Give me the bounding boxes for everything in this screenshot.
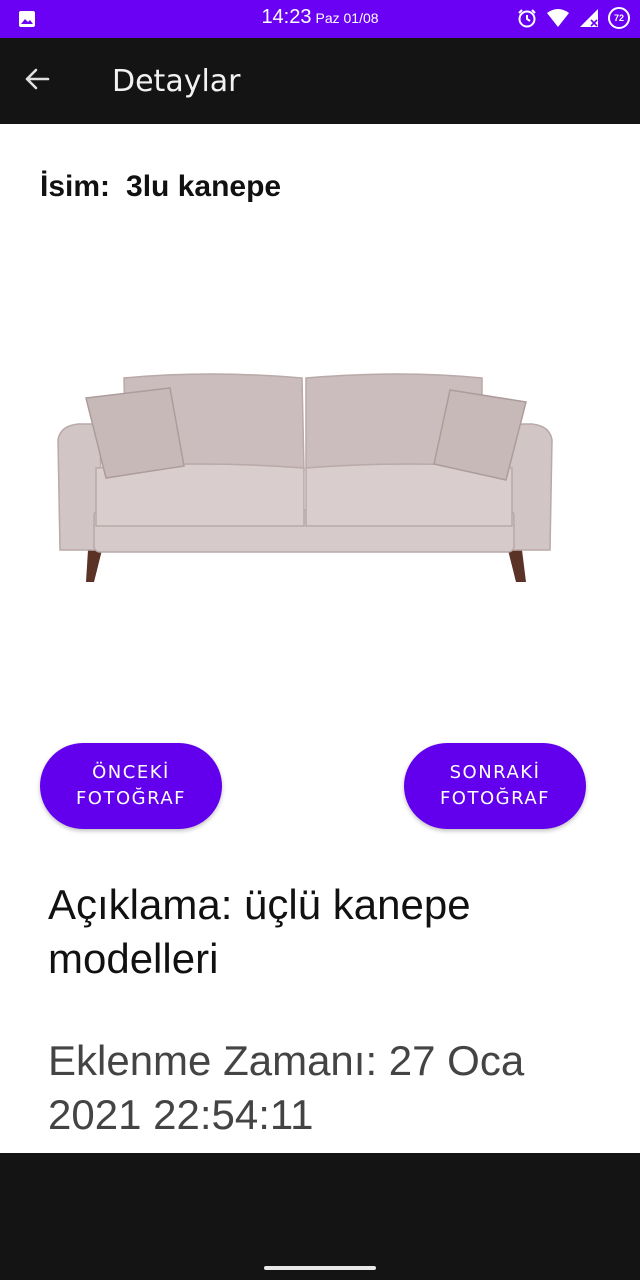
status-icons: 72 — [516, 7, 630, 29]
previous-photo-label-line2: FOTOĞRAF — [75, 788, 187, 809]
product-name-value: 3lu kanepe — [126, 170, 282, 203]
previous-photo-button[interactable]: ÖNCEKİ FOTOĞRAF — [40, 743, 222, 829]
home-indicator[interactable] — [264, 1266, 376, 1270]
product-name-row: İsim: 3lu kanepe — [40, 170, 281, 204]
status-bar: 14:23 Paz 01/08 72 — [0, 0, 640, 38]
status-date: Paz 01/08 — [315, 10, 379, 26]
page-title: Detaylar — [112, 64, 241, 99]
arrow-left-icon — [22, 68, 52, 98]
back-button[interactable] — [22, 64, 66, 100]
next-photo-label-line2: FOTOĞRAF — [439, 788, 551, 809]
status-time: 14:23 — [261, 6, 312, 28]
app-bar: Detaylar — [0, 38, 640, 124]
added-time: Eklenme Zamanı: 27 Oca 2021 22:54:11 — [48, 1037, 525, 1138]
product-name-label: İsim: — [40, 170, 111, 203]
signal-icon — [578, 8, 600, 28]
product-description: Açıklama: üçlü kanepe modelleri — [48, 881, 471, 982]
navigation-bar — [0, 1153, 640, 1280]
next-photo-button[interactable]: SONRAKİ FOTOĞRAF — [404, 743, 586, 829]
next-photo-label-line1: SONRAKİ — [449, 762, 541, 783]
previous-photo-label-line1: ÖNCEKİ — [92, 762, 170, 783]
wifi-icon — [546, 8, 570, 28]
alarm-icon — [516, 7, 538, 29]
sofa-image — [50, 360, 560, 590]
battery-icon: 72 — [608, 7, 630, 29]
